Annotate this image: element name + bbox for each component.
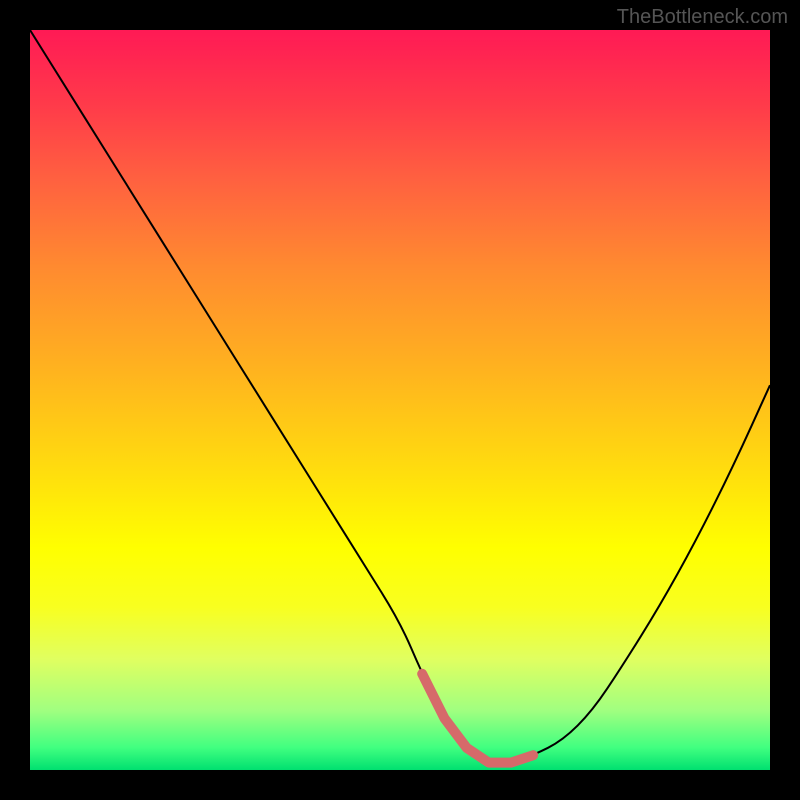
optimal-range-highlight <box>422 674 533 763</box>
bottleneck-curve-line <box>30 30 770 763</box>
watermark-text: TheBottleneck.com <box>617 6 788 29</box>
chart-plot-area <box>30 30 770 770</box>
chart-svg <box>30 30 770 770</box>
